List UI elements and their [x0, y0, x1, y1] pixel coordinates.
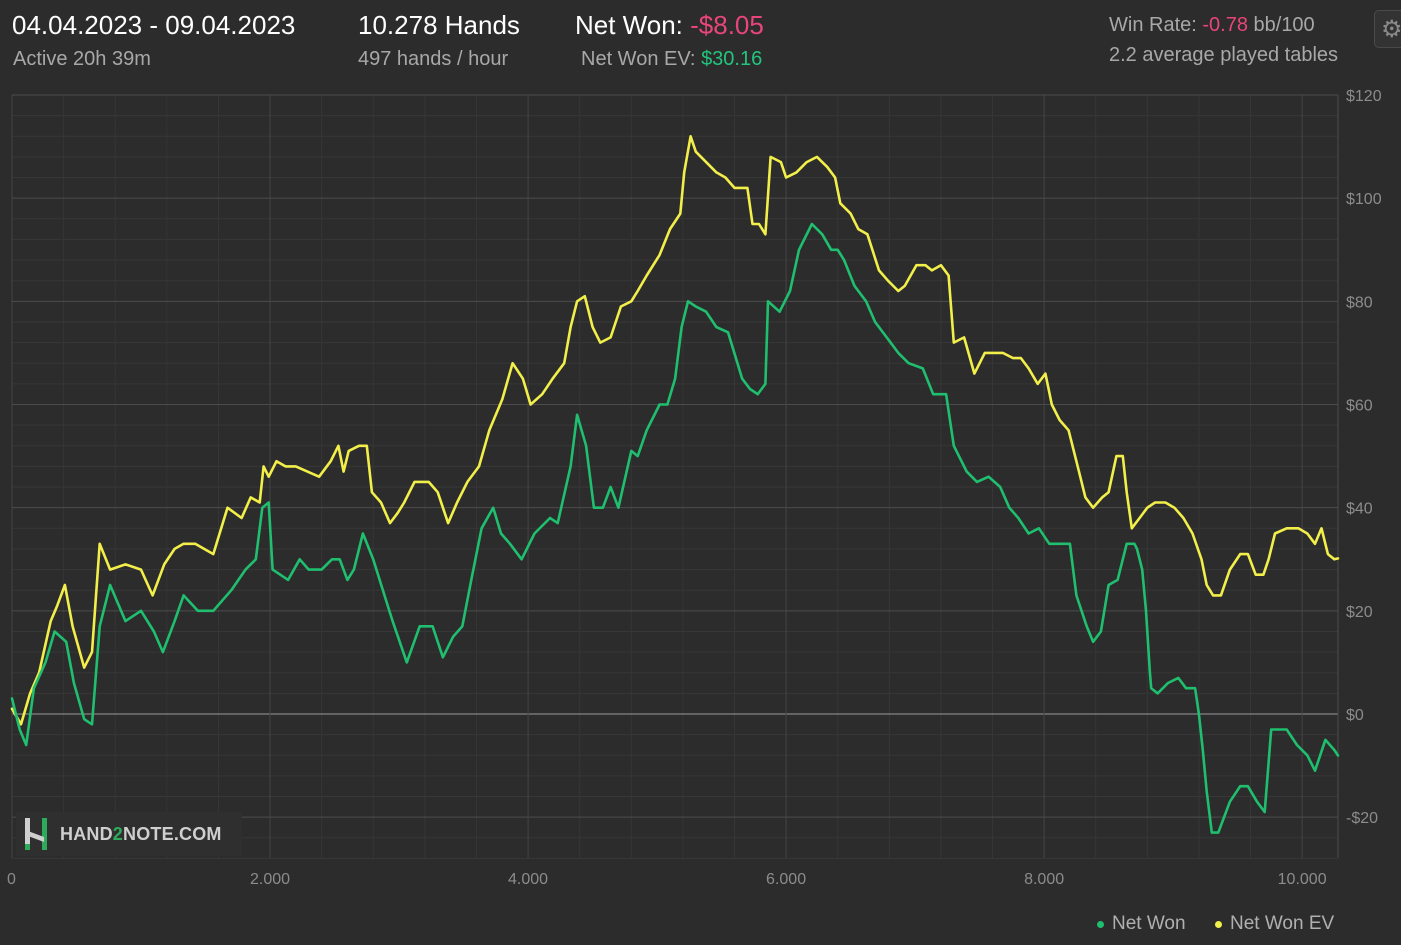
- y-tick-label: $20: [1346, 604, 1373, 621]
- y-tick-label: $120: [1346, 88, 1382, 105]
- legend-net-won[interactable]: Net Won: [1097, 913, 1186, 935]
- x-tick-label: 10.000: [1278, 871, 1327, 888]
- hand2note-logo: HAND2NOTE.COM: [16, 812, 242, 856]
- x-tick-label: 4.000: [508, 871, 548, 888]
- legend-net-won-ev-label: Net Won EV: [1230, 913, 1335, 934]
- legend-net-won-label: Net Won: [1112, 913, 1186, 934]
- chart-grid: [11, 94, 1339, 859]
- hand2note-logo-text: HAND2NOTE.COM: [60, 823, 222, 844]
- y-tick-label: $100: [1346, 191, 1382, 208]
- chart-series: [10, 135, 1340, 834]
- y-tick-label: -$20: [1346, 810, 1378, 827]
- legend-net-won-ev[interactable]: Net Won EV: [1215, 913, 1334, 935]
- legend-net-won-ev-dot: [1215, 920, 1222, 928]
- net-won-chart: $120 $100 $80 $60 $40 $20 $0 -$20 0 2.000 4.000 6.0…: [7, 88, 1382, 888]
- x-tick-label: 6.000: [766, 871, 806, 888]
- y-tick-label: $80: [1346, 294, 1373, 311]
- x-tick-label: 0: [7, 871, 16, 888]
- x-tick-label: 2.000: [250, 871, 290, 888]
- y-tick-label: $40: [1346, 501, 1373, 518]
- hand2note-logo-icon: [25, 818, 47, 850]
- y-tick-label: $0: [1346, 707, 1364, 724]
- chart-axes: $120 $100 $80 $60 $40 $20 $0 -$20 0 2.000 4.000 6.0…: [7, 88, 1382, 888]
- y-tick-label: $60: [1346, 398, 1373, 415]
- series-net-won-ev-line: [10, 135, 1340, 726]
- legend-net-won-dot: [1097, 920, 1104, 928]
- x-tick-label: 8.000: [1024, 871, 1064, 888]
